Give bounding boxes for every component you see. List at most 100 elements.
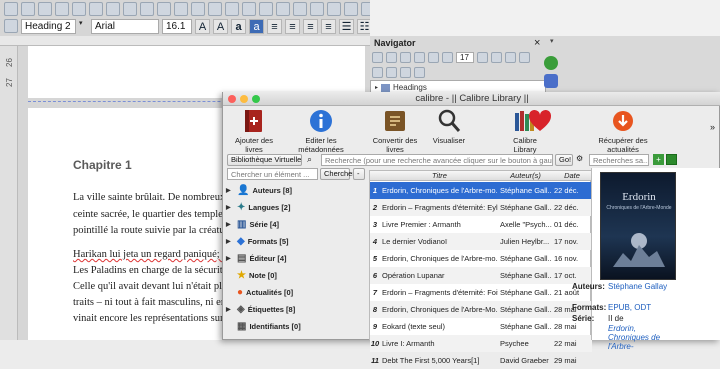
series-link[interactable]: Erdorin, Chroniques de l'Arbre- [608,324,668,351]
decrease-font-icon[interactable]: A [213,18,228,34]
expand-arrow-icon[interactable]: ▶ [226,204,234,211]
add-books-button[interactable]: Ajouter des livres [227,108,281,154]
promote-chapter-icon[interactable] [477,52,488,63]
binoculars-icon[interactable]: ⌕ [307,154,312,165]
column-header-title[interactable]: Titre [380,171,499,181]
tag-authors[interactable]: ▶ 👤 Auteurs [8] [226,182,292,198]
navigator-previous-icon[interactable] [386,52,397,63]
cut-icon[interactable] [140,2,154,16]
list-icon[interactable]: ☰ [339,18,354,34]
paragraph-style-select[interactable]: Heading 2 [21,18,76,34]
redo-icon[interactable] [225,2,239,16]
drag-mode-icon[interactable] [414,52,425,63]
column-header-date[interactable]: Date [552,171,592,181]
sidebar-navigator-icon[interactable] [544,74,558,88]
saved-search-input[interactable]: Recherches sa... [589,154,649,166]
content-view-icon[interactable] [428,52,439,63]
expand-arrow-icon[interactable]: ▶ [226,238,234,245]
expand-arrow-icon[interactable]: ▶ [226,306,234,313]
print-preview-icon[interactable] [89,2,103,16]
demote-level-icon[interactable] [519,52,530,63]
table-row[interactable]: 6 Opération Lupanar Stéphane Gall... 17 oct… [370,267,592,284]
formats-link[interactable]: EPUB, ODT [608,303,651,312]
tag-languages[interactable]: ▶ ✦ Langues [2] [226,199,290,215]
font-size-select[interactable]: 16.1 [162,18,192,34]
table-icon[interactable] [259,2,273,16]
footer-icon[interactable] [400,67,411,78]
spellcheck-icon[interactable] [106,2,120,16]
styles-icon[interactable] [4,19,18,33]
justify-icon[interactable]: ≡ [321,18,336,34]
table-row[interactable]: 10 Livre I: Armanth Psychee 22 mai [370,335,592,352]
header-icon[interactable] [386,67,397,78]
convert-books-button[interactable]: Convertir des livres [365,108,425,154]
navigator-toggle-icon[interactable] [372,52,383,63]
paste-icon[interactable] [174,2,188,16]
show-all-icon[interactable] [442,52,453,63]
open-icon[interactable] [21,2,35,16]
advanced-search-icon[interactable]: ⚙ [576,154,583,163]
toolbar-more-icon[interactable]: » [710,122,715,132]
field-icon[interactable] [344,2,358,16]
align-left-icon[interactable]: ≡ [267,18,282,34]
close-window-icon[interactable] [228,95,236,103]
heading-level-spin[interactable]: 17 [456,52,474,63]
print-icon[interactable] [72,2,86,16]
image-icon[interactable] [276,2,290,16]
page-break-icon[interactable] [327,2,341,16]
table-row[interactable]: 1 Erdorin, Chroniques de l'Arbre-mo... Sté… [370,182,592,199]
table-row[interactable]: 8 Erdorin, Chroniques de l'Arbre-Mo... Sté… [370,301,592,318]
expand-arrow-icon[interactable]: ▶ [226,255,234,262]
donate-button[interactable] [525,108,555,136]
align-right-icon[interactable]: ≡ [303,18,318,34]
new-document-icon[interactable] [4,2,18,16]
navigator-next-icon[interactable] [400,52,411,63]
table-row[interactable]: 11 Debt The First 5,000 Years[1] David Gra… [370,352,592,369]
saved-searches-icon[interactable] [666,154,677,165]
view-button[interactable]: Visualiser [429,108,469,145]
font-name-select[interactable]: Arial [91,18,159,34]
edit-metadata-button[interactable]: Editer les métadonnées [285,108,357,154]
table-row[interactable]: 5 Erdorin, Chroniques de l'Arbre-mo... Sté… [370,250,592,267]
highlight-icon[interactable]: a [249,18,264,34]
promote-level-icon[interactable] [505,52,516,63]
table-row[interactable]: 9 Eokard (texte seul) Stéphane Gall... 28 m… [370,318,592,335]
column-header-author[interactable]: Auteur(s) [499,171,552,181]
go-button[interactable]: Go! [555,154,573,166]
save-search-icon[interactable]: + [653,154,664,165]
book-list[interactable]: Titre Auteur(s) Date 1 Erdorin, Chronique… [369,170,592,365]
book-cover[interactable]: Erdorin Chroniques de l'Arbre-Monde [600,172,676,280]
minimize-window-icon[interactable] [240,95,248,103]
anchor-icon[interactable] [414,67,425,78]
tag-news[interactable]: ● Actualités [0] [226,284,293,300]
expand-arrow-icon[interactable]: ▶ [226,187,234,194]
tree-item-headings[interactable]: ▸ Headings [375,83,427,92]
main-search-input[interactable]: Recherche (pour une recherche avancée cl… [321,154,553,166]
demote-chapter-icon[interactable] [491,52,502,63]
set-reminder-icon[interactable] [372,67,383,78]
autospell-icon[interactable] [123,2,137,16]
tag-tags[interactable]: ▶ ◈ Étiquettes [8] [226,301,295,317]
save-icon[interactable] [38,2,52,16]
collapse-button[interactable]: - [353,168,365,180]
find-item-button[interactable]: Chercher [320,168,355,180]
tag-publisher[interactable]: ▶ ▤ Éditeur [4] [226,250,287,266]
virtual-library-button[interactable]: Bibliothèque Virtuelle [227,154,302,166]
chevron-down-icon[interactable]: ▾ [79,19,88,33]
sidebar-gallery-icon[interactable] [544,56,558,70]
tag-identifiers[interactable]: ▦ Identifiants [0] [226,318,301,334]
increase-font-icon[interactable]: A [195,18,210,34]
panel-menu-icon[interactable]: ▾ [550,37,554,45]
fetch-news-button[interactable]: Récupérer des actualités [583,108,663,154]
table-row[interactable]: 3 Livre Premier : Armanth Axelle "Psych...… [370,216,592,233]
clone-icon[interactable] [191,2,205,16]
tag-search-input[interactable]: Chercher un élément ... [227,168,318,180]
copy-icon[interactable] [157,2,171,16]
expand-arrow-icon[interactable]: ▶ [226,221,234,228]
tag-series[interactable]: ▶ ▥ Série [4] [226,216,279,232]
table-row[interactable]: 7 Erdorin – Fragments d'éternité: Foit...… [370,284,592,301]
undo-icon[interactable] [208,2,222,16]
align-center-icon[interactable]: ≡ [285,18,300,34]
find-icon[interactable] [242,2,256,16]
expand-arrow-icon[interactable]: ▸ [375,84,378,91]
